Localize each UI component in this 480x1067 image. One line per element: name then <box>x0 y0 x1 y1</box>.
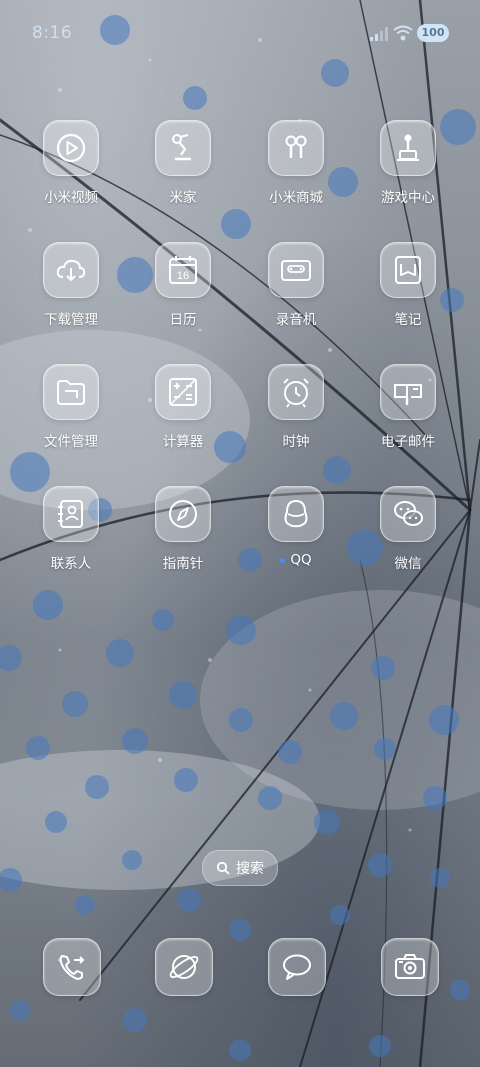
joystick-icon <box>397 134 419 161</box>
app-label: 文件管理 <box>44 434 98 450</box>
planet-icon <box>169 955 199 979</box>
app-wechat[interactable]: 微信 <box>358 486 458 572</box>
camera-icon <box>395 954 425 979</box>
app-clock[interactable]: 时钟 <box>246 364 346 450</box>
dock-camera[interactable] <box>381 938 439 996</box>
app-label: 联系人 <box>50 556 92 572</box>
app-game-center[interactable]: 游戏中心 <box>358 120 458 206</box>
notification-dot <box>280 557 286 563</box>
search-icon <box>216 861 230 875</box>
app-label: 日历 <box>169 312 197 328</box>
app-label: QQ <box>246 552 346 568</box>
cassette-icon <box>281 260 311 281</box>
app-label: 微信 <box>394 556 422 572</box>
app-label: 计算器 <box>162 434 204 450</box>
search-label: 搜索 <box>236 861 264 877</box>
qq-penguin-icon <box>284 499 308 528</box>
app-label: 游戏中心 <box>381 190 435 206</box>
app-calendar[interactable]: 16 日历 <box>133 242 233 328</box>
app-downloads[interactable]: 下载管理 <box>21 242 121 328</box>
app-recorder[interactable]: 录音机 <box>246 242 346 328</box>
app-compass[interactable]: 指南针 <box>133 486 233 572</box>
app-calculator[interactable]: 计算器 <box>133 364 233 450</box>
chat-bubble-icon <box>283 954 311 980</box>
earbuds-icon <box>285 135 307 158</box>
app-label: 米家 <box>169 190 197 206</box>
app-label: 电子邮件 <box>381 434 435 450</box>
phone-icon <box>59 955 85 980</box>
wechat-bubbles-icon <box>394 501 423 526</box>
wifi-icon <box>393 25 413 41</box>
signal-icon <box>370 27 388 41</box>
app-file-manager[interactable]: 文件管理 <box>21 364 121 450</box>
app-label: 录音机 <box>275 312 317 328</box>
app-contacts[interactable]: 联系人 <box>21 486 121 572</box>
contacts-book-icon <box>58 500 83 528</box>
app-label-text: QQ <box>290 552 312 568</box>
app-label: 小米商城 <box>269 190 323 206</box>
mailbox-icon <box>394 384 422 405</box>
app-mijia[interactable]: 米家 <box>133 120 233 206</box>
cloud-download-icon <box>56 259 86 282</box>
battery-indicator: 100 <box>417 24 449 42</box>
desk-lamp-icon <box>172 134 191 161</box>
app-label: 小米视频 <box>44 190 98 206</box>
app-label: 笔记 <box>394 312 422 328</box>
search-button[interactable]: 搜索 <box>202 850 278 886</box>
play-circle-icon <box>56 133 86 163</box>
calendar-day: 16 <box>177 270 189 282</box>
calendar-icon: 16 <box>169 256 197 284</box>
status-bar: 8:16 100 <box>0 0 480 66</box>
dock-browser[interactable] <box>155 938 213 996</box>
folder-icon <box>57 380 85 405</box>
app-label: 指南针 <box>162 556 204 572</box>
app-qq[interactable]: QQ <box>246 486 346 568</box>
compass-icon <box>169 500 197 528</box>
app-notes[interactable]: 笔记 <box>358 242 458 328</box>
status-time: 8:16 <box>32 23 73 43</box>
app-label: 时钟 <box>282 434 310 450</box>
notes-icon <box>395 256 421 284</box>
calculator-icon <box>169 378 197 406</box>
dock-phone[interactable] <box>43 938 101 996</box>
app-mi-store[interactable]: 小米商城 <box>246 120 346 206</box>
app-mi-video[interactable]: 小米视频 <box>21 120 121 206</box>
dock-messages[interactable] <box>268 938 326 996</box>
app-email[interactable]: 电子邮件 <box>358 364 458 450</box>
alarm-clock-icon <box>283 378 309 408</box>
app-label: 下载管理 <box>44 312 98 328</box>
